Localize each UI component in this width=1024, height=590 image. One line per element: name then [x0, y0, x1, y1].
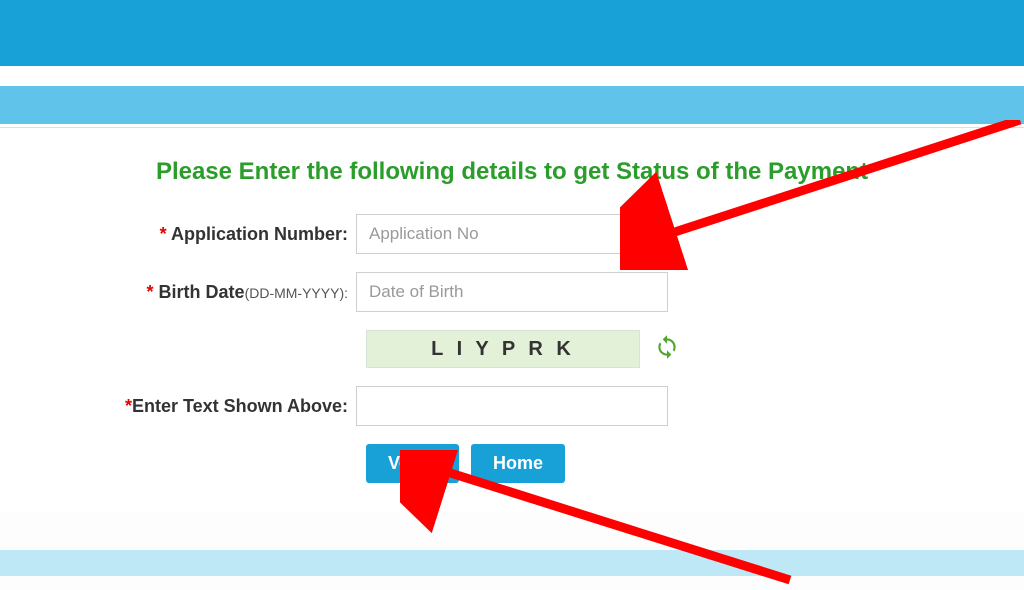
label-text: Application Number:	[171, 224, 348, 244]
sub-header-bar	[0, 86, 1024, 124]
label-hint: (DD-MM-YYYY):	[245, 285, 348, 301]
label-text: Enter Text Shown Above:	[132, 396, 348, 416]
application-number-input[interactable]	[356, 214, 668, 254]
top-header-bar	[0, 0, 1024, 66]
label-text: Birth Date	[159, 282, 245, 302]
row-captcha-image: L I Y P R K	[20, 330, 1004, 368]
home-button[interactable]: Home	[471, 444, 565, 483]
required-marker: *	[160, 224, 171, 244]
form-panel: Please Enter the following details to ge…	[0, 128, 1024, 511]
label-birth-date: * Birth Date(DD-MM-YYYY):	[20, 282, 356, 303]
row-application-number: * Application Number:	[20, 214, 1004, 254]
required-marker: *	[147, 282, 159, 302]
footer-bar	[0, 548, 1024, 576]
row-birth-date: * Birth Date(DD-MM-YYYY):	[20, 272, 1004, 312]
label-captcha: *Enter Text Shown Above:	[20, 396, 356, 417]
required-marker: *	[125, 396, 132, 416]
row-captcha-input: *Enter Text Shown Above:	[20, 386, 1004, 426]
captcha-input[interactable]	[356, 386, 668, 426]
button-row: Verify Home	[366, 444, 1004, 483]
birth-date-input[interactable]	[356, 272, 668, 312]
page-title: Please Enter the following details to ge…	[20, 158, 1004, 186]
captcha-image: L I Y P R K	[366, 330, 640, 368]
spacer	[0, 66, 1024, 86]
verify-button[interactable]: Verify	[366, 444, 459, 483]
refresh-captcha-icon[interactable]	[654, 334, 680, 365]
label-application-number: * Application Number:	[20, 224, 356, 245]
